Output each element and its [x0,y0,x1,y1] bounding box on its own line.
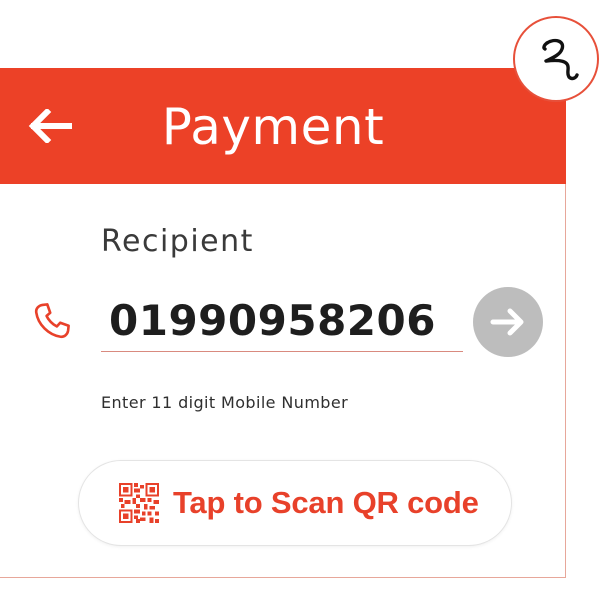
mobile-number-hint: Enter 11 digit Mobile Number [101,393,349,412]
brand-logo-icon [542,38,579,81]
scan-qr-button[interactable]: Tap to Scan QR code [78,460,512,546]
page-title: Payment [161,98,385,156]
brand-logo [513,16,599,102]
header-bar: Payment [0,68,566,184]
scan-qr-label: Tap to Scan QR code [173,485,479,520]
arrow-right-icon [490,308,524,336]
recipient-label: Recipient [101,224,254,259]
phone-icon [34,303,70,339]
mobile-number-input[interactable] [101,290,463,352]
submit-number-button[interactable] [473,287,543,357]
qr-code-icon [119,483,159,523]
